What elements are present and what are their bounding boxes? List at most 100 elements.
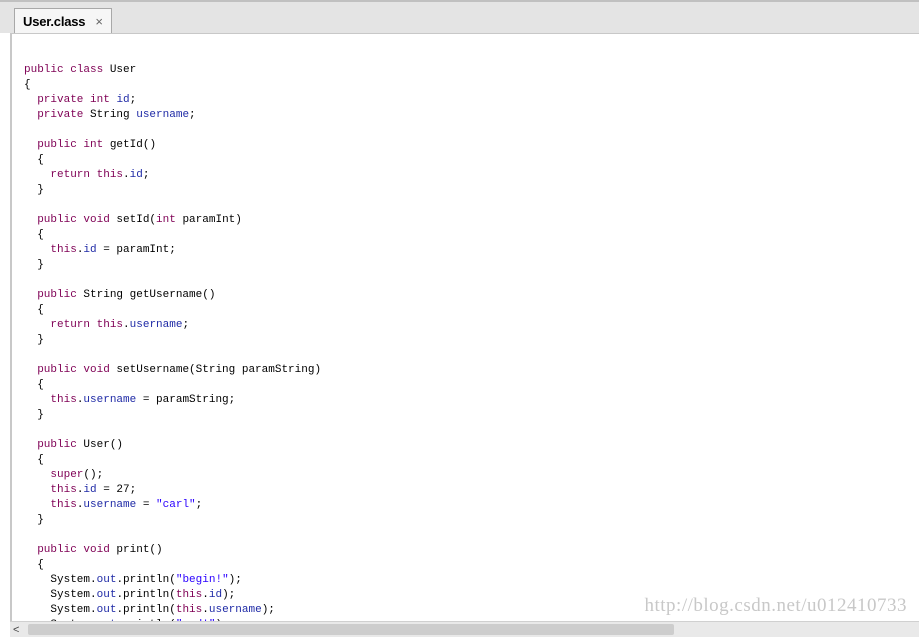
code-token: void: [83, 364, 110, 376]
code-line: public class User: [24, 63, 321, 78]
code-line: }: [24, 183, 321, 198]
code-token: User: [103, 64, 137, 76]
code-token: getId(): [103, 139, 157, 151]
code-token: System.: [24, 604, 97, 616]
code-token: =: [136, 499, 157, 511]
code-token: = paramString;: [136, 394, 236, 406]
code-token: id: [116, 94, 130, 106]
code-token: public: [37, 439, 77, 451]
code-token: .println(: [116, 574, 176, 586]
code-token: this: [175, 604, 203, 616]
code-line: {: [24, 558, 321, 573]
code-line: super();: [24, 468, 321, 483]
code-token: "carl": [156, 499, 196, 511]
code-token: );: [261, 604, 275, 616]
code-token: .: [202, 604, 209, 616]
code-token: String getUsername(): [76, 289, 216, 301]
code-token: void: [83, 544, 110, 556]
code-token: ;: [142, 169, 150, 181]
scrollbar-thumb[interactable]: [28, 624, 674, 635]
code-token: out: [96, 574, 117, 586]
code-line: {: [24, 378, 321, 393]
code-token: username: [83, 499, 137, 511]
code-token: ;: [182, 319, 190, 331]
code-token: this: [175, 589, 203, 601]
code-token: username: [136, 109, 190, 121]
code-token: .: [123, 319, 130, 331]
code-token: super: [50, 469, 84, 481]
code-token: = paramInt;: [96, 244, 176, 256]
code-line: System.out.println("begin!");: [24, 573, 321, 588]
code-token: public: [37, 214, 77, 226]
code-line: public int getId(): [24, 138, 321, 153]
code-token: String: [83, 109, 137, 121]
code-token: out: [96, 604, 117, 616]
code-token: User(): [76, 439, 124, 451]
code-line: {: [24, 153, 321, 168]
code-token: int: [156, 214, 176, 226]
code-token: id: [129, 169, 143, 181]
horizontal-scrollbar[interactable]: <: [10, 621, 919, 637]
code-token: this: [96, 169, 124, 181]
code-token: .: [202, 589, 209, 601]
code-token: int: [90, 94, 110, 106]
close-icon[interactable]: ×: [95, 15, 103, 28]
code-line: private int id;: [24, 93, 321, 108]
code-token: {: [24, 559, 44, 571]
code-line: public void setUsername(String paramStri…: [24, 363, 321, 378]
code-token: public: [37, 139, 77, 151]
source-code: public class User{ private int id; priva…: [24, 48, 321, 621]
code-line: private String username;: [24, 108, 321, 123]
code-token: }: [24, 184, 44, 196]
code-line: }: [24, 513, 321, 528]
code-token: void: [83, 214, 110, 226]
code-token: id: [83, 484, 97, 496]
code-editor[interactable]: public class User{ private int id; priva…: [10, 33, 919, 621]
code-line: public void print(): [24, 543, 321, 558]
code-token: public: [24, 64, 64, 76]
code-token: private: [37, 94, 84, 106]
code-token: ;: [189, 109, 196, 121]
code-token: {: [24, 79, 31, 91]
tab-user-class[interactable]: User.class ×: [14, 8, 112, 33]
code-token: System.: [24, 589, 97, 601]
code-token: public: [37, 289, 77, 301]
code-token: username: [129, 319, 183, 331]
code-token: = 27;: [96, 484, 137, 496]
code-line: {: [24, 303, 321, 318]
code-token: username: [208, 604, 262, 616]
scroll-left-icon[interactable]: <: [13, 624, 19, 636]
code-line: return this.username;: [24, 318, 321, 333]
code-token: }: [24, 514, 44, 526]
code-token: this: [96, 319, 124, 331]
tab-title: User.class: [23, 13, 86, 29]
code-token: return: [50, 169, 91, 181]
code-token: {: [24, 304, 44, 316]
code-line: }: [24, 408, 321, 423]
code-token: System.: [24, 574, 97, 586]
code-line: this.username = paramString;: [24, 393, 321, 408]
code-token: out: [96, 589, 117, 601]
code-token: int: [83, 139, 104, 151]
code-line: {: [24, 228, 321, 243]
code-token: {: [24, 154, 44, 166]
code-token: username: [83, 394, 137, 406]
code-line: this.id = 27;: [24, 483, 321, 498]
code-line: public void setId(int paramInt): [24, 213, 321, 228]
code-token: public: [37, 364, 77, 376]
code-token: ;: [129, 94, 137, 106]
